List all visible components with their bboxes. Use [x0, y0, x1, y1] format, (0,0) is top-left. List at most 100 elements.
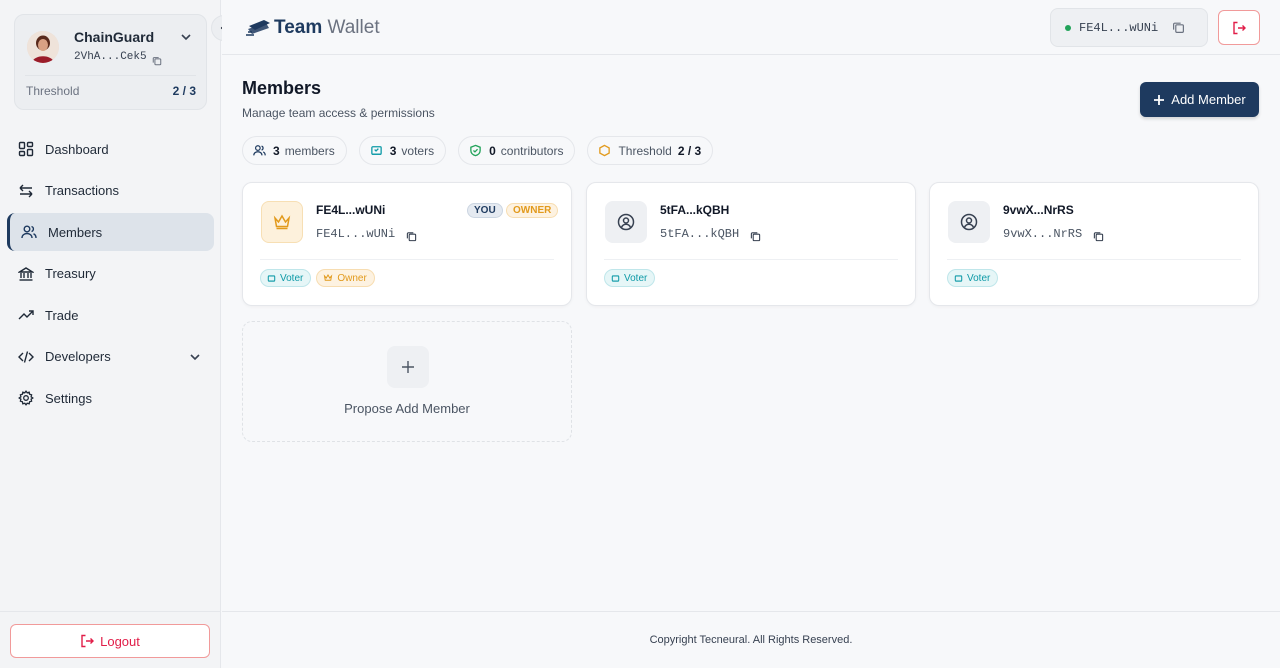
voter-badge: Voter [947, 269, 999, 287]
sidebar-item-label: Trade [45, 307, 79, 323]
propose-add-member-card[interactable]: Propose Add Member [242, 321, 572, 442]
member-name: 5tFA...kQBH [660, 203, 730, 217]
vote-icon [267, 274, 276, 282]
voter-badge: Voter [260, 269, 312, 287]
owner-badge: OWNER [506, 203, 559, 218]
brand-name-bold: Team [274, 17, 323, 38]
sidebar-item-members[interactable]: Members [7, 213, 214, 251]
badge-label: Owner [337, 272, 367, 284]
threshold-label: Threshold [26, 84, 80, 98]
copy-icon[interactable] [152, 53, 162, 71]
sidebar-item-label: Developers [45, 349, 111, 364]
sidebar-item-settings[interactable]: Settings [7, 379, 214, 417]
contributors-label: contributors [500, 143, 564, 158]
divider [25, 75, 196, 76]
bank-icon [18, 266, 34, 282]
vote-icon [370, 146, 382, 155]
user-circle-icon [605, 201, 647, 243]
stat-contributors: 0 contributors [458, 136, 576, 165]
divider [604, 259, 898, 260]
member-name: FE4L...wUNi [316, 203, 386, 217]
sidebar-nav: Dashboard Transactions Members Treasury … [7, 130, 214, 421]
code-icon [18, 349, 34, 365]
sidebar-item-trade[interactable]: Trade [7, 296, 214, 334]
stat-members: 3 members [242, 136, 347, 165]
logout-icon [1233, 21, 1246, 34]
users-icon [253, 145, 266, 156]
vote-icon [611, 274, 620, 282]
members-label: members [284, 143, 335, 158]
users-icon [21, 224, 37, 240]
copy-icon[interactable] [1172, 21, 1185, 39]
propose-add-member-label: Propose Add Member [344, 401, 470, 416]
owner-role-badge: Owner [316, 269, 375, 287]
brand-logo[interactable]: Team Wallet [246, 17, 380, 39]
copy-icon[interactable] [750, 229, 761, 247]
sidebar-item-label: Dashboard [45, 141, 109, 157]
logout-icon [81, 634, 95, 648]
page-subtitle: Manage team access & permissions [242, 106, 435, 120]
members-count: 3 [273, 143, 280, 158]
wallet-name: ChainGuard [74, 29, 155, 45]
brand-name: Team Wallet [274, 17, 380, 39]
sidebar-item-dashboard[interactable]: Dashboard [7, 130, 214, 168]
divider [947, 259, 1241, 260]
member-address: 5tFA...kQBH [660, 227, 740, 241]
you-badge: YOU [467, 203, 503, 218]
member-card[interactable]: 5tFA...kQBH 5tFA...kQBH Voter [586, 182, 916, 306]
plus-icon [1154, 94, 1165, 105]
avatar [27, 31, 59, 63]
crown-icon [324, 274, 333, 281]
divider [260, 259, 554, 260]
user-circle-icon [948, 201, 990, 243]
voters-count: 3 [389, 143, 397, 158]
account-pill[interactable]: FE4L...wUNi [1050, 8, 1208, 47]
add-member-button[interactable]: Add Member [1140, 82, 1259, 117]
page-footer: Copyright Tecneural. All Rights Reserved… [222, 611, 1280, 668]
chevron-down-icon[interactable] [179, 30, 193, 49]
role-badges: Voter Owner [260, 269, 380, 287]
sidebar: ChainGuard 2VhA...Cek5 Threshold 2 / 3 D… [0, 0, 221, 668]
badge-label: Voter [967, 272, 991, 284]
page-title: Members [242, 78, 322, 98]
voter-badge: Voter [604, 269, 656, 287]
chevron-down-icon[interactable] [188, 350, 202, 369]
sidebar-item-developers[interactable]: Developers [7, 338, 214, 376]
sidebar-item-label: Treasury [45, 266, 96, 281]
threshold-value: 2 / 3 [677, 143, 702, 158]
member-card[interactable]: 9vwX...NrRS 9vwX...NrRS Voter [929, 182, 1259, 306]
status-dot [1065, 24, 1071, 31]
grid-icon [18, 141, 34, 157]
copy-icon[interactable] [1093, 229, 1104, 247]
role-badges: Voter [947, 269, 1003, 287]
stats-bar: 3 members 3 voters 0 contributors Thresh… [242, 136, 725, 165]
arrows-icon [18, 183, 34, 199]
account-address: FE4L...wUNi [1079, 20, 1159, 35]
contributors-count: 0 [489, 143, 496, 158]
stat-threshold: Threshold 2 / 3 [587, 136, 714, 165]
main-content: Members Manage team access & permissions… [222, 56, 1280, 611]
sidebar-item-label: Settings [45, 390, 92, 406]
crown-icon [261, 201, 303, 243]
member-address: FE4L...wUNi [316, 227, 396, 241]
sidebar-item-transactions[interactable]: Transactions [7, 172, 214, 210]
threshold-label: Threshold [618, 143, 672, 158]
wallet-switcher[interactable]: ChainGuard 2VhA...Cek5 Threshold 2 / 3 [14, 14, 207, 110]
brand-name-light: Wallet [327, 17, 380, 38]
vote-icon [954, 274, 963, 282]
copy-icon[interactable] [406, 229, 417, 247]
hexagon-icon [599, 144, 611, 157]
disconnect-button[interactable] [1218, 10, 1260, 45]
member-card[interactable]: FE4L...wUNi YOU OWNER FE4L...wUNi Voter … [242, 182, 572, 306]
sidebar-item-label: Members [48, 224, 103, 240]
add-member-label: Add Member [1171, 92, 1246, 107]
copyright-text: Copyright Tecneural. All Rights Reserved… [649, 634, 853, 646]
logout-button[interactable]: Logout [10, 624, 210, 658]
stat-voters: 3 voters [358, 136, 447, 165]
member-address: 9vwX...NrRS [1003, 227, 1083, 241]
trend-icon [18, 307, 34, 323]
badge-label: Voter [624, 272, 648, 284]
sidebar-item-treasury[interactable]: Treasury [7, 255, 214, 293]
topbar: Team Wallet FE4L...wUNi [222, 0, 1280, 55]
sidebar-footer: Logout [0, 611, 221, 668]
